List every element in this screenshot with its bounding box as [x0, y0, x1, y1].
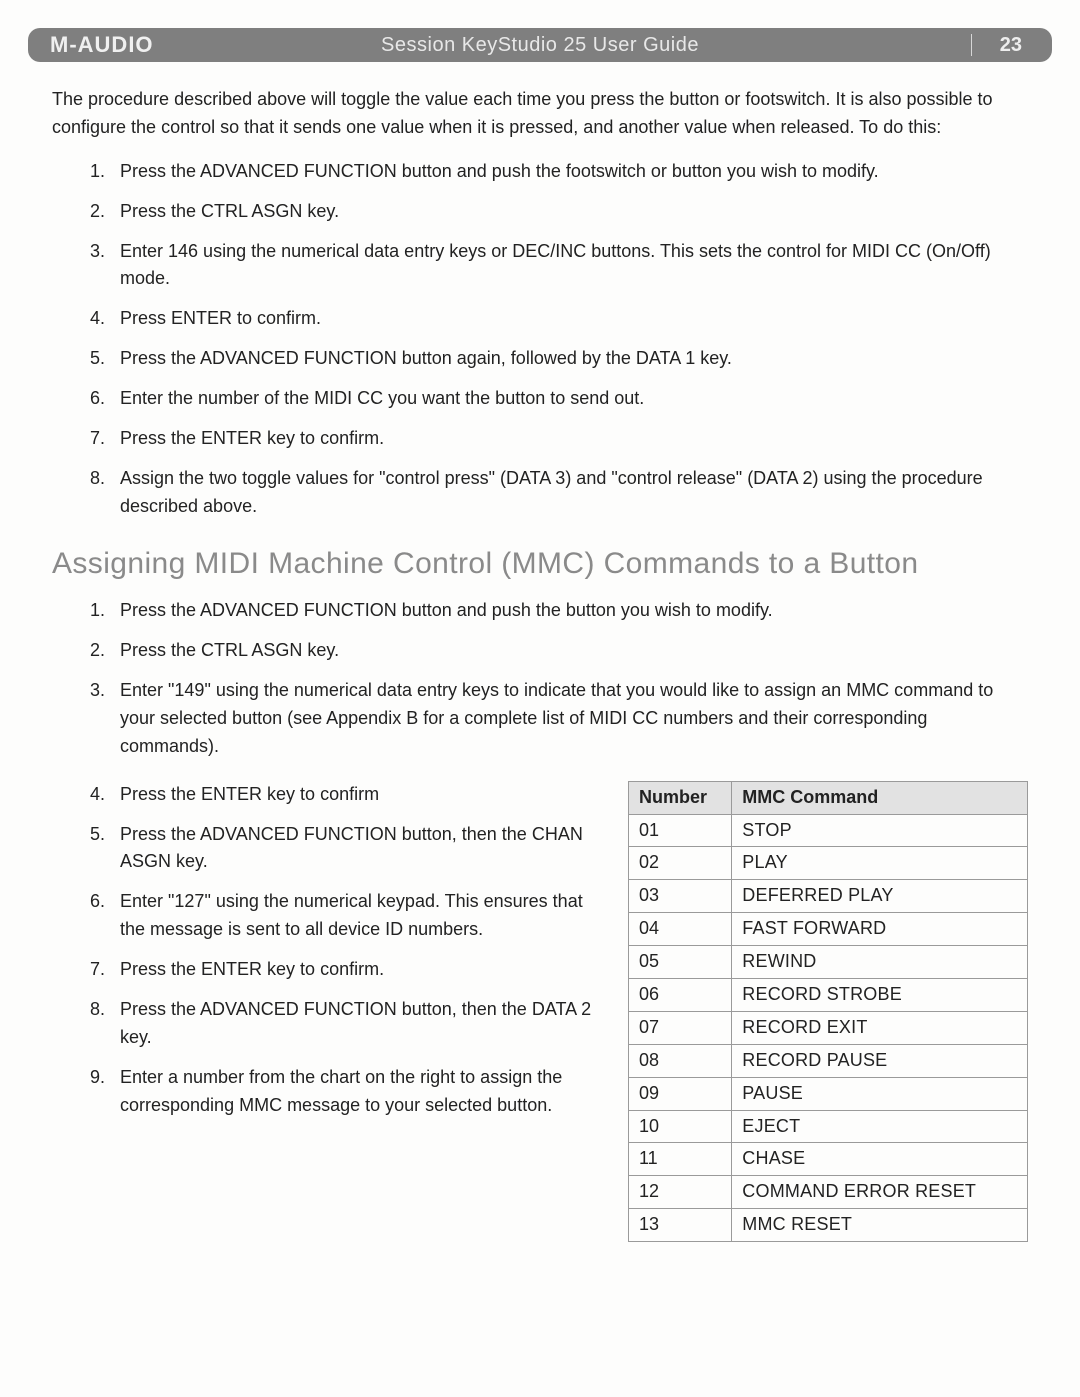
list-item: Press the ENTER key to confirm. — [110, 956, 604, 984]
procedure-list-a: Press the ADVANCED FUNCTION button and p… — [52, 158, 1028, 521]
cell-command: RECORD STROBE — [732, 978, 1028, 1011]
page-number: 23 — [1000, 34, 1022, 57]
cell-command: DEFERRED PLAY — [732, 880, 1028, 913]
cell-command: REWIND — [732, 946, 1028, 979]
table-row: 11CHASE — [629, 1143, 1028, 1176]
cell-number: 10 — [629, 1110, 732, 1143]
list-item: Press the ADVANCED FUNCTION button and p… — [110, 597, 1028, 625]
mmc-command-table: Number MMC Command 01STOP02PLAY03DEFERRE… — [628, 781, 1028, 1242]
cell-number: 12 — [629, 1176, 732, 1209]
page-number-divider — [971, 34, 972, 56]
table-row: 01STOP — [629, 814, 1028, 847]
table-row: 02PLAY — [629, 847, 1028, 880]
table-row: 04FAST FORWARD — [629, 913, 1028, 946]
list-item: Enter a number from the chart on the rig… — [110, 1064, 604, 1120]
cell-number: 09 — [629, 1077, 732, 1110]
list-item: Enter the number of the MIDI CC you want… — [110, 385, 1028, 413]
list-item: Assign the two toggle values for "contro… — [110, 465, 1028, 521]
table-row: 07RECORD EXIT — [629, 1011, 1028, 1044]
section-heading-mmc: Assigning MIDI Machine Control (MMC) Com… — [52, 541, 1028, 588]
list-item: Enter 146 using the numerical data entry… — [110, 238, 1028, 294]
cell-command: RECORD PAUSE — [732, 1044, 1028, 1077]
list-item: Press the ADVANCED FUNCTION button again… — [110, 345, 1028, 373]
brand-logo: M-AUDIO — [50, 32, 154, 58]
cell-number: 06 — [629, 978, 732, 1011]
cell-command: COMMAND ERROR RESET — [732, 1176, 1028, 1209]
cell-command: CHASE — [732, 1143, 1028, 1176]
list-item: Enter "127" using the numerical keypad. … — [110, 888, 604, 944]
list-item: Press the ENTER key to confirm — [110, 781, 604, 809]
col-header-command: MMC Command — [732, 781, 1028, 814]
cell-number: 03 — [629, 880, 732, 913]
list-item: Press the ADVANCED FUNCTION button and p… — [110, 158, 1028, 186]
cell-command: PLAY — [732, 847, 1028, 880]
table-row: 10EJECT — [629, 1110, 1028, 1143]
list-item: Press the CTRL ASGN key. — [110, 198, 1028, 226]
list-item: Press the ENTER key to confirm. — [110, 425, 1028, 453]
table-row: 06RECORD STROBE — [629, 978, 1028, 1011]
list-item: Press the CTRL ASGN key. — [110, 637, 1028, 665]
table-row: 05REWIND — [629, 946, 1028, 979]
table-row: 03DEFERRED PLAY — [629, 880, 1028, 913]
cell-number: 05 — [629, 946, 732, 979]
table-header-row: Number MMC Command — [629, 781, 1028, 814]
cell-number: 13 — [629, 1209, 732, 1242]
cell-number: 02 — [629, 847, 732, 880]
cell-number: 04 — [629, 913, 732, 946]
table-row: 12COMMAND ERROR RESET — [629, 1176, 1028, 1209]
cell-command: MMC RESET — [732, 1209, 1028, 1242]
list-item: Press the ADVANCED FUNCTION button, then… — [110, 821, 604, 877]
table-row: 13MMC RESET — [629, 1209, 1028, 1242]
document-title: Session KeyStudio 25 User Guide — [28, 34, 1052, 57]
cell-number: 11 — [629, 1143, 732, 1176]
list-item: Press ENTER to confirm. — [110, 305, 1028, 333]
cell-command: FAST FORWARD — [732, 913, 1028, 946]
col-header-number: Number — [629, 781, 732, 814]
cell-number: 07 — [629, 1011, 732, 1044]
cell-command: RECORD EXIT — [732, 1011, 1028, 1044]
procedure-list-b-left: Press the ENTER key to confirm Press the… — [52, 781, 604, 1120]
cell-number: 08 — [629, 1044, 732, 1077]
procedure-list-b-top: Press the ADVANCED FUNCTION button and p… — [52, 597, 1028, 760]
page-header-bar: M-AUDIO Session KeyStudio 25 User Guide … — [28, 28, 1052, 62]
cell-number: 01 — [629, 814, 732, 847]
table-row: 08RECORD PAUSE — [629, 1044, 1028, 1077]
list-item: Press the ADVANCED FUNCTION button, then… — [110, 996, 604, 1052]
cell-command: PAUSE — [732, 1077, 1028, 1110]
page-content: The procedure described above will toggl… — [28, 62, 1052, 1242]
cell-command: EJECT — [732, 1110, 1028, 1143]
intro-paragraph: The procedure described above will toggl… — [52, 86, 1028, 142]
list-item: Enter "149" using the numerical data ent… — [110, 677, 1028, 761]
cell-command: STOP — [732, 814, 1028, 847]
table-row: 09PAUSE — [629, 1077, 1028, 1110]
